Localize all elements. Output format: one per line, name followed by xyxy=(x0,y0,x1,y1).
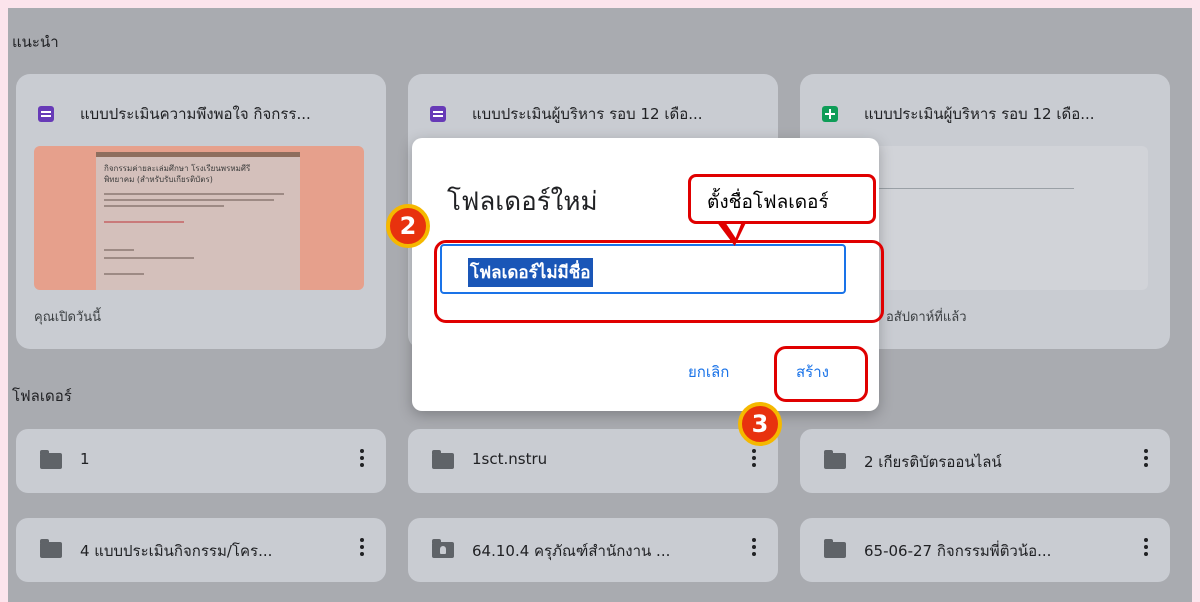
file-preview: กิจกรรมค่ายละเล่มศึกษา โรงเรียนพรหมศีรีพ… xyxy=(34,146,364,290)
folder-icon xyxy=(824,539,846,558)
folder-item[interactable]: 65-06-27 กิจกรรมพี่ติวน้อ... xyxy=(800,518,1170,582)
google-sheets-icon xyxy=(822,106,838,122)
more-options-icon[interactable] xyxy=(1144,449,1148,471)
file-title: แบบประเมินผู้บริหาร รอบ 12 เดือ... xyxy=(864,105,1095,123)
file-title: แบบประเมินความพึงพอใจ กิจกรร... xyxy=(80,105,311,123)
step-3-badge: 3 xyxy=(738,402,782,446)
folder-name: 64.10.4 ครุภัณฑ์สำนักงาน ... xyxy=(472,542,671,560)
suggested-section-label: แนะนำ xyxy=(12,33,59,51)
folder-name: 1sct.nstru xyxy=(472,450,548,468)
folder-item[interactable]: 1sct.nstru xyxy=(408,429,778,493)
preview-title: กิจกรรมค่ายละเล่มศึกษา โรงเรียนพรหมศีรีพ… xyxy=(104,164,251,184)
cancel-button[interactable]: ยกเลิก xyxy=(688,360,729,384)
folder-name: 65-06-27 กิจกรรมพี่ติวน้อ... xyxy=(864,542,1052,560)
suggested-file-card[interactable]: แบบประเมินความพึงพอใจ กิจกรร... กิจกรรมค… xyxy=(16,74,386,349)
folder-item[interactable]: 2 เกียรติบัตรออนไลน์ xyxy=(800,429,1170,493)
more-options-icon[interactable] xyxy=(752,538,756,560)
more-options-icon[interactable] xyxy=(1144,538,1148,560)
more-options-icon[interactable] xyxy=(360,538,364,560)
google-forms-icon xyxy=(38,106,54,122)
file-activity: คุณเปิดวันนี้ xyxy=(34,310,101,325)
folder-item[interactable]: 1 xyxy=(16,429,386,493)
callout-bubble: ตั้งชื่อโฟลเดอร์ xyxy=(688,174,876,224)
folder-name: 4 แบบประเมินกิจกรรม/โคร... xyxy=(80,542,273,560)
callout-text: ตั้งชื่อโฟลเดอร์ xyxy=(707,191,829,213)
folders-section-label: โฟลเดอร์ xyxy=(12,387,72,405)
shared-folder-icon xyxy=(432,539,454,558)
folder-icon xyxy=(40,539,62,558)
folder-icon xyxy=(432,450,454,469)
step-2-badge: 2 xyxy=(386,204,430,248)
more-options-icon[interactable] xyxy=(752,449,756,471)
folder-name: 1 xyxy=(80,450,90,468)
folder-icon xyxy=(824,450,846,469)
create-button-highlight-box xyxy=(774,346,868,402)
more-options-icon[interactable] xyxy=(360,449,364,471)
file-activity: อสัปดาห์ที่แล้ว xyxy=(886,310,967,325)
folder-name: 2 เกียรติบัตรออนไลน์ xyxy=(864,453,1002,471)
folder-icon xyxy=(40,450,62,469)
google-forms-icon xyxy=(430,106,446,122)
folder-item[interactable]: 4 แบบประเมินกิจกรรม/โคร... xyxy=(16,518,386,582)
dialog-title: โฟลเดอร์ใหม่ xyxy=(447,187,598,217)
input-highlight-box xyxy=(434,240,884,323)
file-title: แบบประเมินผู้บริหาร รอบ 12 เดือ... xyxy=(472,105,703,123)
folder-item[interactable]: 64.10.4 ครุภัณฑ์สำนักงาน ... xyxy=(408,518,778,582)
form-preview-sheet: กิจกรรมค่ายละเล่มศึกษา โรงเรียนพรหมศีรีพ… xyxy=(96,152,300,290)
